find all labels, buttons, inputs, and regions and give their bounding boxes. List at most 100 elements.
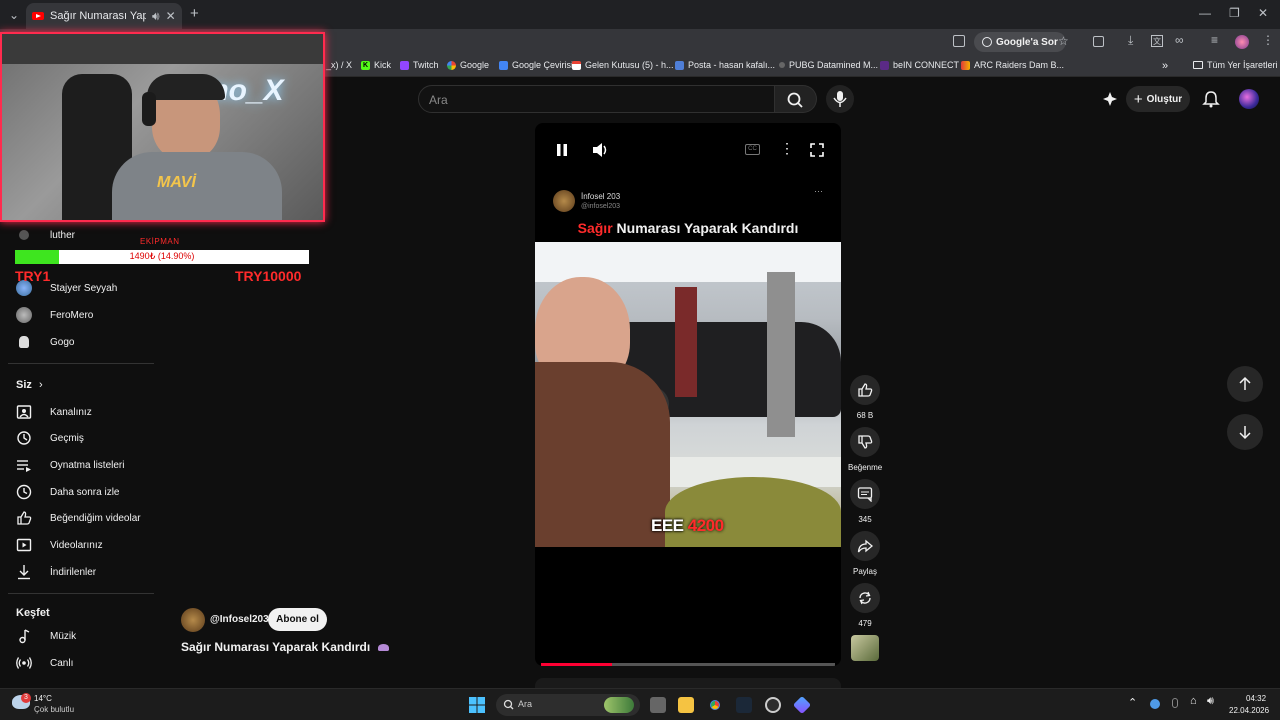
chrome-icon[interactable] bbox=[707, 697, 723, 713]
sidebar-item-liked-videos[interactable]: Beğendiğim videolar bbox=[16, 508, 141, 528]
sidebar-item-label: Canlı bbox=[50, 657, 74, 669]
more-options-icon[interactable]: ⋮ bbox=[780, 140, 794, 157]
sidebar-item-watch-later[interactable]: Daha sonra izle bbox=[16, 482, 119, 502]
search-input[interactable]: Ara bbox=[418, 85, 775, 113]
bookmark-outlook[interactable]: Posta - hasan kafalı... bbox=[675, 60, 775, 70]
extensions-icon[interactable] bbox=[1093, 36, 1104, 47]
weather-description: Çok bulutlu bbox=[34, 705, 75, 714]
app-diamond-icon[interactable] bbox=[792, 695, 812, 715]
app-icon[interactable] bbox=[765, 697, 781, 713]
video-progress-track[interactable] bbox=[541, 663, 835, 666]
channel-icon bbox=[16, 405, 32, 419]
next-short-button[interactable] bbox=[1227, 414, 1263, 450]
goal-label: EKİPMAN bbox=[140, 237, 180, 246]
sidebar-item-downloads[interactable]: İndirilenler bbox=[16, 562, 96, 582]
bookmark-label: PUBG Datamined M... bbox=[789, 60, 879, 70]
share-button[interactable]: Paylaş bbox=[848, 531, 882, 576]
bookmark-arc-raiders[interactable]: ARC Raiders Dam B... bbox=[961, 60, 1064, 70]
speaker-icon[interactable]: 🔊︎ bbox=[1207, 695, 1214, 708]
sidebar-item-playlists[interactable]: Oynatma listeleri bbox=[16, 455, 124, 475]
windows-start-icon[interactable] bbox=[469, 697, 485, 713]
tab-close-icon[interactable]: ✕ bbox=[166, 9, 176, 23]
bookmark-kick[interactable]: K Kick bbox=[361, 60, 391, 70]
headphones bbox=[142, 92, 156, 126]
tray-overflow-icon[interactable]: ⌃ bbox=[1128, 696, 1137, 709]
tab-active[interactable]: Sağır Numarası Yaparak Ka 🔊︎ ✕ bbox=[26, 3, 182, 29]
pause-icon[interactable] bbox=[555, 142, 569, 158]
tab-search-chevron-icon[interactable]: ⌄ bbox=[9, 8, 19, 22]
browser-menu-icon[interactable]: ⋮ bbox=[1262, 33, 1274, 47]
sound-thumbnail[interactable] bbox=[851, 635, 879, 661]
window-close-icon[interactable]: ✕ bbox=[1258, 6, 1268, 20]
volume-icon[interactable] bbox=[591, 141, 609, 159]
user-avatar[interactable] bbox=[1239, 89, 1259, 109]
fullscreen-icon[interactable] bbox=[809, 142, 825, 158]
sidebar-item-label: Videolarınız bbox=[50, 539, 103, 551]
channel-handle[interactable]: @Infosel203 bbox=[210, 614, 269, 625]
previous-short-button[interactable] bbox=[1227, 366, 1263, 402]
bookmark-label: Posta - hasan kafalı... bbox=[688, 60, 776, 70]
bookmark-google[interactable]: Google bbox=[447, 60, 489, 70]
shorts-video-player[interactable]: CC ⋮ İnfosel 203 @infosel203 ··· Sağır N… bbox=[535, 123, 841, 666]
notifications-bell-icon[interactable] bbox=[1202, 90, 1220, 108]
voice-search-button[interactable] bbox=[826, 85, 854, 113]
install-app-icon[interactable] bbox=[953, 35, 965, 47]
bookmarks-overflow-icon[interactable]: » bbox=[1162, 60, 1168, 72]
comments-button[interactable]: 345 bbox=[848, 479, 882, 524]
arrow-up-icon bbox=[1239, 376, 1251, 390]
google-sor-button[interactable]: Google'a Sor bbox=[974, 32, 1066, 52]
bookmark-twitch[interactable]: Twitch bbox=[400, 60, 439, 70]
microphone-icon[interactable] bbox=[1172, 698, 1178, 708]
tab-audio-icon[interactable]: 🔊︎ bbox=[152, 9, 160, 24]
sidebar-item-your-videos[interactable]: Videolarınız bbox=[16, 535, 103, 555]
dislike-button[interactable]: Beğenme bbox=[848, 427, 882, 472]
sidebar-sub-feromero[interactable]: FeroMero bbox=[16, 305, 93, 325]
scene-man-grey-suit bbox=[767, 272, 795, 437]
webcam-ceiling bbox=[2, 34, 323, 64]
thumbs-up-icon bbox=[17, 511, 32, 525]
channel-avatar[interactable] bbox=[181, 608, 205, 632]
scene-building-canopy bbox=[535, 242, 841, 282]
create-button[interactable]: + Oluştur bbox=[1126, 86, 1190, 112]
new-tab-plus-icon[interactable]: + bbox=[190, 5, 199, 22]
all-bookmarks-folder[interactable]: Tüm Yer İşaretleri bbox=[1193, 60, 1278, 70]
link-icon[interactable]: ∞ bbox=[1175, 33, 1184, 47]
subscribe-button[interactable]: Abone ol bbox=[268, 608, 327, 631]
sidebar-sub-gogo[interactable]: Gogo bbox=[16, 332, 74, 352]
sidebar-you-heading[interactable]: Siz › bbox=[16, 379, 43, 391]
steam-icon[interactable] bbox=[736, 697, 752, 713]
bookmark-star-icon[interactable]: ☆ bbox=[1058, 34, 1069, 48]
profile-avatar[interactable] bbox=[1235, 35, 1249, 49]
maximize-icon[interactable]: ❐ bbox=[1229, 6, 1240, 20]
sidebar-item-music[interactable]: Müzik bbox=[16, 626, 76, 646]
tray-app-icon[interactable] bbox=[1150, 699, 1160, 709]
sparkle-icon[interactable] bbox=[1102, 91, 1118, 107]
sidebar-item-history[interactable]: Geçmiş bbox=[16, 428, 84, 448]
minimize-icon[interactable]: — bbox=[1199, 6, 1211, 20]
bookmark-bein[interactable]: beIN CONNECT bbox=[880, 60, 959, 70]
bookmark-x[interactable]: _x) / X bbox=[326, 60, 352, 70]
network-icon[interactable]: ⌂ bbox=[1190, 695, 1197, 707]
taskbar-search-input[interactable]: Ara bbox=[496, 694, 640, 716]
remix-button[interactable]: 479 bbox=[848, 583, 882, 628]
like-button[interactable]: 68 B bbox=[848, 375, 882, 420]
search-button[interactable] bbox=[775, 85, 817, 113]
sidebar-item-your-channel[interactable]: Kanalınız bbox=[16, 402, 92, 422]
subscribe-label: Abone ol bbox=[276, 614, 319, 625]
clock-time[interactable]: 04:32 bbox=[1246, 694, 1266, 703]
sidebar-item-live[interactable]: Canlı bbox=[16, 653, 73, 673]
translate-icon[interactable]: 文 bbox=[1151, 35, 1163, 47]
captions-icon[interactable]: CC bbox=[745, 144, 760, 155]
bookmark-pubg[interactable]: PUBG Datamined M... bbox=[779, 60, 878, 70]
google-lens-icon bbox=[982, 37, 992, 47]
scene-green-car-hood bbox=[665, 477, 841, 547]
bookmark-gmail[interactable]: Gelen Kutusu (5) - h... bbox=[572, 60, 674, 70]
task-view-icon[interactable] bbox=[650, 697, 666, 713]
file-explorer-icon[interactable] bbox=[678, 697, 694, 713]
download-icon[interactable]: ⤓ bbox=[1128, 33, 1133, 48]
sidebar-sub-luther[interactable]: luther bbox=[16, 225, 75, 245]
bookmark-label: Twitch bbox=[413, 60, 439, 70]
media-controls-icon[interactable]: ≡ bbox=[1211, 33, 1218, 47]
bookmark-google-translate[interactable]: Google Çevirisi bbox=[499, 60, 573, 70]
clock-date[interactable]: 22.04.2026 bbox=[1229, 706, 1269, 715]
